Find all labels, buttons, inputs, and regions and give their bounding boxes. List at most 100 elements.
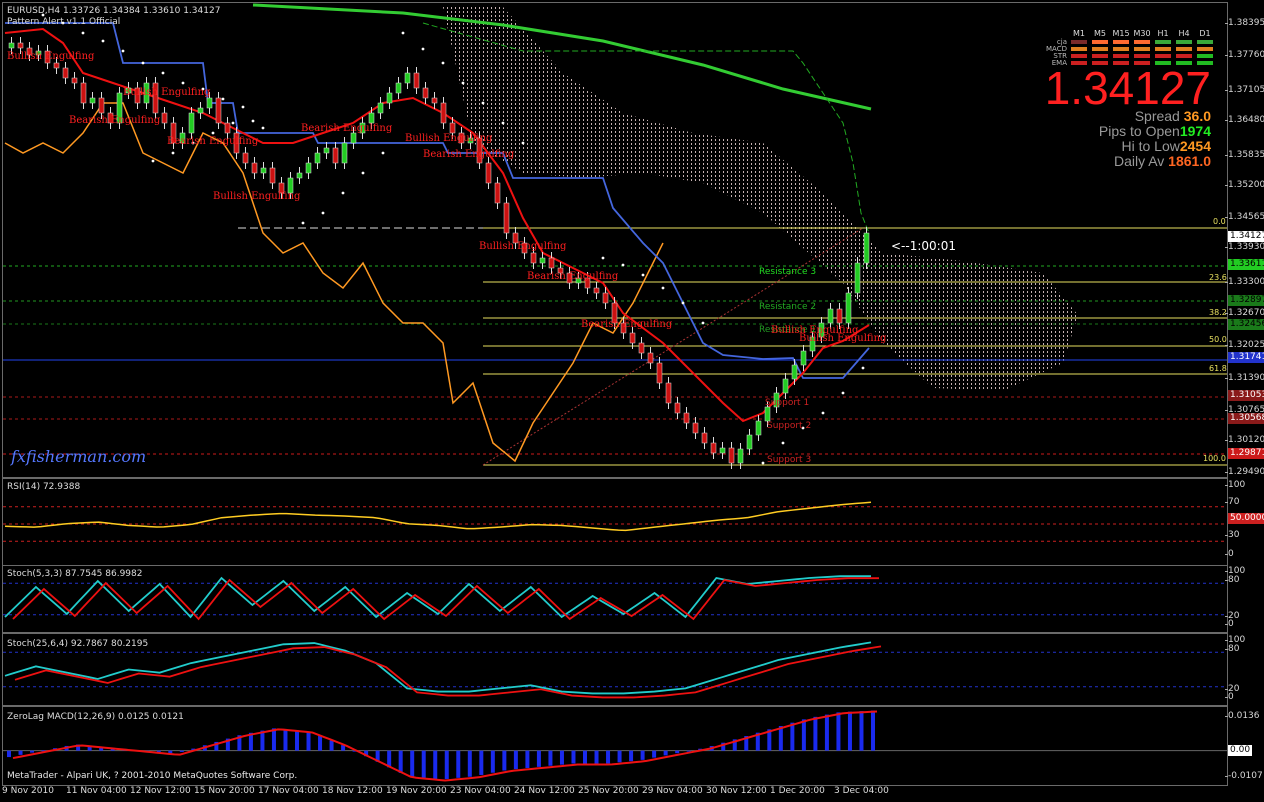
signal-cell <box>1113 47 1129 51</box>
signal-cell <box>1113 40 1129 44</box>
price-level-label: 1.29871 <box>1228 448 1264 459</box>
stoch-fast-scale-0: 0 <box>1225 619 1234 629</box>
sar-dot <box>461 81 465 85</box>
sar-dot <box>241 105 245 109</box>
sar-dot <box>121 49 125 53</box>
pips-value: 1974 <box>1179 123 1211 139</box>
time-axis-tick: 11 Nov 04:00 <box>66 786 127 796</box>
stoch-fast-pane[interactable]: Stoch(5,3,3) 87.7545 86.9982 <box>2 565 1228 633</box>
macd-histogram-bar <box>640 750 645 760</box>
macd-histogram-bar <box>490 750 495 773</box>
time-axis-tick: 19 Nov 20:00 <box>386 786 447 796</box>
candle-body <box>836 308 843 324</box>
signal-cell <box>1197 47 1213 51</box>
macd-histogram-bar <box>271 728 276 751</box>
macd-histogram-bar <box>410 750 415 777</box>
macd-histogram-bar <box>467 750 472 777</box>
macd-histogram-bar <box>571 750 576 764</box>
macd-histogram-bar <box>859 711 864 751</box>
price-axis-tick: 1.29490 <box>1224 467 1264 477</box>
candle-body <box>764 406 771 422</box>
macd-histogram-bar <box>283 729 288 751</box>
pattern-label: Bearish Engulfing <box>69 115 161 126</box>
watermark: fxfisherman.com <box>11 447 147 466</box>
macd-histogram-bar <box>778 726 783 751</box>
sar-dot <box>861 366 865 370</box>
macd-histogram-bar <box>790 722 795 751</box>
sar-dot <box>101 39 105 43</box>
macd-histogram-bar <box>479 750 484 775</box>
time-axis-tick: 23 Nov 04:00 <box>450 786 511 796</box>
sar-dot <box>661 286 665 290</box>
sar-dot <box>441 61 445 65</box>
candle-body <box>755 420 762 436</box>
stoch-slow-pane[interactable]: Stoch(25,6,4) 92.7867 80.2195 <box>2 633 1228 706</box>
macd-histogram-bar <box>398 750 403 773</box>
price-axis-tick: 1.34565 <box>1224 212 1264 222</box>
candle-body <box>206 97 213 109</box>
sar-dot <box>681 301 685 305</box>
sar-dot <box>261 126 265 130</box>
rsi-scale-70: 70 <box>1224 497 1240 507</box>
macd-scale-top: 0.0136 <box>1225 711 1260 721</box>
pattern-label: Bullish Engulfing <box>7 51 95 62</box>
fib-100: 100.0 <box>1203 454 1226 463</box>
grid-col-header: M15 <box>1112 29 1130 38</box>
macd-histogram-bar <box>513 750 518 770</box>
pips-label: Pips to Open <box>1098 123 1180 139</box>
sar-dot <box>521 141 525 145</box>
sar-dot <box>601 256 605 260</box>
resistance-3-label: Resistance 3 <box>759 267 817 277</box>
sar-dot <box>361 171 365 175</box>
price-level-label: 1.32456 <box>1228 319 1264 330</box>
price-axis-tick: 1.32025 <box>1224 340 1264 350</box>
sar-dot <box>151 159 155 163</box>
macd-histogram-bar <box>444 750 449 779</box>
sar-dot <box>701 321 705 325</box>
stoch-fast-title: Stoch(5,3,3) 87.7545 86.9982 <box>7 569 143 579</box>
rsi-pane[interactable]: RSI(14) 72.9388 <box>2 478 1228 566</box>
resistance-2-label: Resistance 2 <box>759 302 817 312</box>
macd-histogram-bar <box>583 750 587 764</box>
stoch-fast-chart <box>3 575 1227 621</box>
candle-body <box>494 182 501 204</box>
candle-body <box>827 308 834 324</box>
candle-body <box>305 162 312 174</box>
hilo-row: Hi to Low2454 <box>1043 139 1211 154</box>
signal-cell <box>1134 54 1150 58</box>
signal-cell <box>1092 47 1108 51</box>
sar-dot <box>161 71 165 75</box>
macd-histogram-bar <box>7 750 11 758</box>
price-axis-tick: 1.32670 <box>1224 308 1264 318</box>
candle-body <box>602 292 609 304</box>
support-1-label: Support 1 <box>765 398 810 408</box>
macd-histogram-bar <box>813 716 818 751</box>
time-axis-tick: 29 Nov 04:00 <box>642 786 703 796</box>
candle-body <box>800 350 807 366</box>
macd-histogram-bar <box>30 750 35 753</box>
macd-histogram-bar <box>663 750 668 756</box>
sar-dot <box>141 61 145 65</box>
macd-pane[interactable]: ZeroLag MACD(12,26,9) 0.0125 0.0121 Meta… <box>2 706 1228 786</box>
candle-body <box>485 162 492 184</box>
price-axis-tick: 1.33930 <box>1224 242 1264 252</box>
candle-body <box>260 167 267 174</box>
candle-body <box>674 402 681 414</box>
sar-dot <box>211 131 215 135</box>
candle-body <box>503 202 510 234</box>
candle-body <box>665 382 672 404</box>
candle-body <box>719 447 726 454</box>
candle-body <box>8 42 15 49</box>
pattern-label: Bearish Engulfing <box>167 136 259 147</box>
signal-cell <box>1092 54 1108 58</box>
fib-50: 50.0 <box>1209 335 1227 344</box>
price-chart-pane[interactable]: EURUSD,H4 1.33726 1.34384 1.33610 1.3412… <box>2 2 1228 478</box>
daily-value: 1861.0 <box>1168 153 1211 169</box>
time-axis-tick: 24 Nov 12:00 <box>514 786 575 796</box>
candle-body <box>17 42 24 49</box>
candle-body <box>395 82 402 94</box>
time-axis-tick: 17 Nov 04:00 <box>258 786 319 796</box>
macd-histogram-bar <box>329 740 334 751</box>
candle-body <box>323 147 330 154</box>
candle-body <box>737 448 744 464</box>
